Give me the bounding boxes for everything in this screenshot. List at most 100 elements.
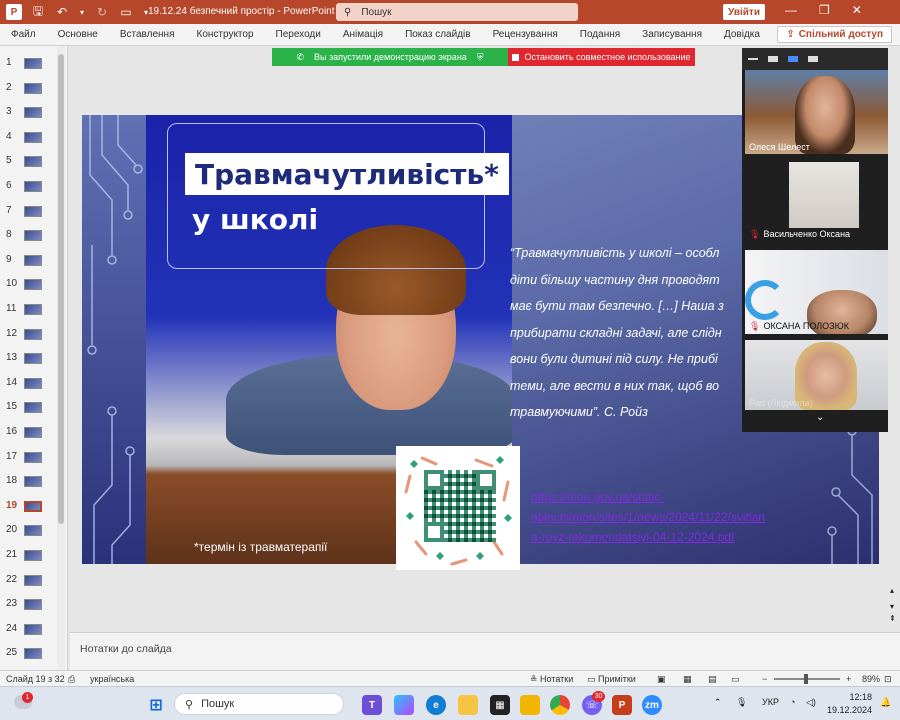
slide-thumbnail[interactable]: 24 bbox=[0, 620, 60, 638]
volume-icon[interactable]: ◁) bbox=[806, 697, 816, 708]
source-link[interactable]: https://mon.gov.ua/static- objects/mon/s… bbox=[531, 487, 831, 547]
participant-video[interactable]: 🎙 ОКСАНА ПОЛОЗЮК bbox=[745, 250, 897, 334]
slide-thumbnail[interactable]: 16 bbox=[0, 423, 60, 441]
tab-help[interactable]: Довідка bbox=[713, 29, 771, 40]
slide-thumbnail[interactable]: 22 bbox=[0, 571, 60, 589]
keyboard-language[interactable]: УКР bbox=[762, 697, 779, 707]
minimize-icon[interactable]: — bbox=[785, 3, 797, 17]
notifications-icon[interactable]: 🔔 bbox=[880, 697, 891, 708]
slide-thumbnail[interactable]: 19 bbox=[0, 497, 60, 515]
strip-view-icon[interactable] bbox=[788, 56, 798, 62]
undo-icon[interactable]: ↶ bbox=[54, 4, 70, 20]
stop-sharing-label: Остановить совместное использование bbox=[524, 52, 691, 62]
chrome-icon[interactable] bbox=[550, 695, 570, 715]
tab-transitions[interactable]: Переходи bbox=[265, 29, 332, 40]
slide-thumbnail[interactable]: 25 bbox=[0, 644, 60, 662]
slide-thumbnail[interactable]: 20 bbox=[0, 521, 60, 539]
notes-pane[interactable]: Нотатки до слайда bbox=[70, 632, 900, 670]
zoom-out-icon[interactable]: − bbox=[762, 674, 767, 684]
scroll-down-icon[interactable]: ▾ bbox=[890, 602, 894, 611]
slide-thumbnail[interactable]: 17 bbox=[0, 448, 60, 466]
comments-toggle-button[interactable]: ▭ Примітки bbox=[587, 674, 636, 685]
save-icon[interactable]: 🖫 bbox=[30, 4, 46, 20]
sign-in-button[interactable]: Увійти bbox=[723, 4, 765, 20]
slide-thumbnail[interactable]: 6 bbox=[0, 177, 60, 195]
redo-icon[interactable]: ↻ bbox=[94, 4, 110, 20]
scroll-up-icon[interactable]: ▴ bbox=[890, 586, 894, 595]
wifi-icon[interactable]: ◔ bbox=[790, 697, 795, 707]
copilot-icon[interactable] bbox=[394, 695, 414, 715]
present-from-start-icon[interactable]: ▭ bbox=[118, 4, 134, 20]
slide-thumbnail[interactable]: 7 bbox=[0, 202, 60, 220]
slide-thumbnail[interactable]: 10 bbox=[0, 275, 60, 293]
slideshow-view-icon[interactable]: ▭ bbox=[731, 674, 740, 685]
tab-record[interactable]: Записування bbox=[631, 29, 713, 40]
slide-thumbnail[interactable]: 11 bbox=[0, 300, 60, 318]
editor-scrollbar[interactable]: ▴ ▾ ⇞ bbox=[888, 46, 900, 632]
slide-thumbnail[interactable]: 18 bbox=[0, 472, 60, 490]
single-view-icon[interactable] bbox=[768, 56, 778, 62]
normal-view-icon[interactable]: ▣ bbox=[657, 674, 666, 685]
tab-review[interactable]: Рецензування bbox=[482, 29, 569, 40]
store-icon[interactable]: ▦ bbox=[490, 695, 510, 715]
slide-thumbnail[interactable]: 9 bbox=[0, 251, 60, 269]
tab-insert[interactable]: Вставлення bbox=[109, 29, 186, 40]
taskbar-search-input[interactable]: ⚲ Пошук bbox=[174, 693, 344, 715]
file-explorer-icon[interactable] bbox=[458, 695, 478, 715]
teams-icon[interactable]: T bbox=[362, 695, 382, 715]
app-icon[interactable] bbox=[520, 695, 540, 715]
edge-icon[interactable]: e bbox=[426, 695, 446, 715]
tab-view[interactable]: Подання bbox=[569, 29, 631, 40]
undo-dropdown-icon[interactable]: ▾ bbox=[78, 4, 86, 20]
slide-title[interactable]: Травмачутливість* bbox=[185, 153, 509, 195]
slide-thumbnail-image bbox=[24, 377, 42, 389]
tray-chevron-icon[interactable]: ⌃ bbox=[714, 697, 722, 708]
slide-thumbnail[interactable]: 5 bbox=[0, 152, 60, 170]
microphone-icon[interactable]: 🎙 bbox=[736, 697, 747, 708]
prev-slide-icon[interactable]: ⇞ bbox=[889, 614, 896, 623]
zoom-icon[interactable]: zm bbox=[642, 695, 662, 715]
slide-thumbnail[interactable]: 8 bbox=[0, 226, 60, 244]
minimize-panel-icon[interactable] bbox=[748, 58, 758, 60]
slide-subtitle[interactable]: у школі bbox=[192, 203, 318, 236]
tab-slideshow[interactable]: Показ слайдів bbox=[394, 29, 482, 40]
search-input[interactable]: ⚲ Пошук bbox=[336, 3, 578, 21]
language-indicator[interactable]: українська bbox=[90, 674, 134, 684]
maximize-icon[interactable]: ❐ bbox=[819, 3, 830, 17]
grid-view-icon[interactable] bbox=[808, 56, 818, 62]
tab-design[interactable]: Конструктор bbox=[186, 29, 265, 40]
powerpoint-taskbar-icon[interactable]: P bbox=[612, 695, 632, 715]
taskbar-clock[interactable]: 12:18 19.12.2024 bbox=[826, 691, 872, 717]
slide-thumbnail[interactable]: 4 bbox=[0, 128, 60, 146]
notes-toggle-button[interactable]: ≗ Нотатки bbox=[530, 674, 573, 685]
accessibility-icon[interactable]: ⎙ bbox=[68, 674, 75, 685]
slide-thumbnail[interactable]: 3 bbox=[0, 103, 60, 121]
zoom-level[interactable]: 89% bbox=[862, 674, 880, 684]
chevron-down-icon[interactable]: ⌄ bbox=[816, 412, 824, 423]
participant-video[interactable]: Олеся Шелест bbox=[745, 70, 897, 154]
start-windows-icon[interactable]: ⊞ bbox=[146, 695, 166, 715]
qr-code-image[interactable] bbox=[396, 446, 520, 570]
close-icon[interactable]: ✕ bbox=[852, 3, 862, 17]
tab-animations[interactable]: Анімація bbox=[332, 29, 394, 40]
slide-thumbnail[interactable]: 13 bbox=[0, 349, 60, 367]
slide-thumbnail[interactable]: 2 bbox=[0, 79, 60, 97]
fit-slide-icon[interactable]: ⊡ bbox=[884, 674, 892, 685]
slide-sorter-icon[interactable]: ▦ bbox=[683, 674, 692, 685]
tab-file[interactable]: Файл bbox=[0, 29, 47, 40]
tab-home[interactable]: Основне bbox=[47, 29, 109, 40]
stop-sharing-button[interactable]: Остановить совместное использование bbox=[508, 48, 695, 66]
zoom-slider-knob[interactable] bbox=[804, 674, 808, 684]
slide-thumbnail[interactable]: 14 bbox=[0, 374, 60, 392]
share-button[interactable]: ⇪ Спільний доступ bbox=[777, 26, 892, 43]
slide-thumbnail[interactable]: 15 bbox=[0, 398, 60, 416]
participant-video[interactable]: Pad (Людмила) bbox=[745, 340, 897, 410]
slide-thumbnail[interactable]: 23 bbox=[0, 595, 60, 613]
slide-thumbnail[interactable]: 21 bbox=[0, 546, 60, 564]
zoom-in-icon[interactable]: + bbox=[846, 674, 851, 684]
slide-footnote[interactable]: *термін із травматерапії bbox=[194, 540, 327, 554]
slide-thumbnail[interactable]: 12 bbox=[0, 325, 60, 343]
reading-view-icon[interactable]: ▤ bbox=[708, 674, 717, 685]
slide-thumbnail[interactable]: 1 bbox=[0, 54, 60, 72]
participant-video[interactable]: 🎙 Васильченко Оксана bbox=[745, 158, 897, 242]
